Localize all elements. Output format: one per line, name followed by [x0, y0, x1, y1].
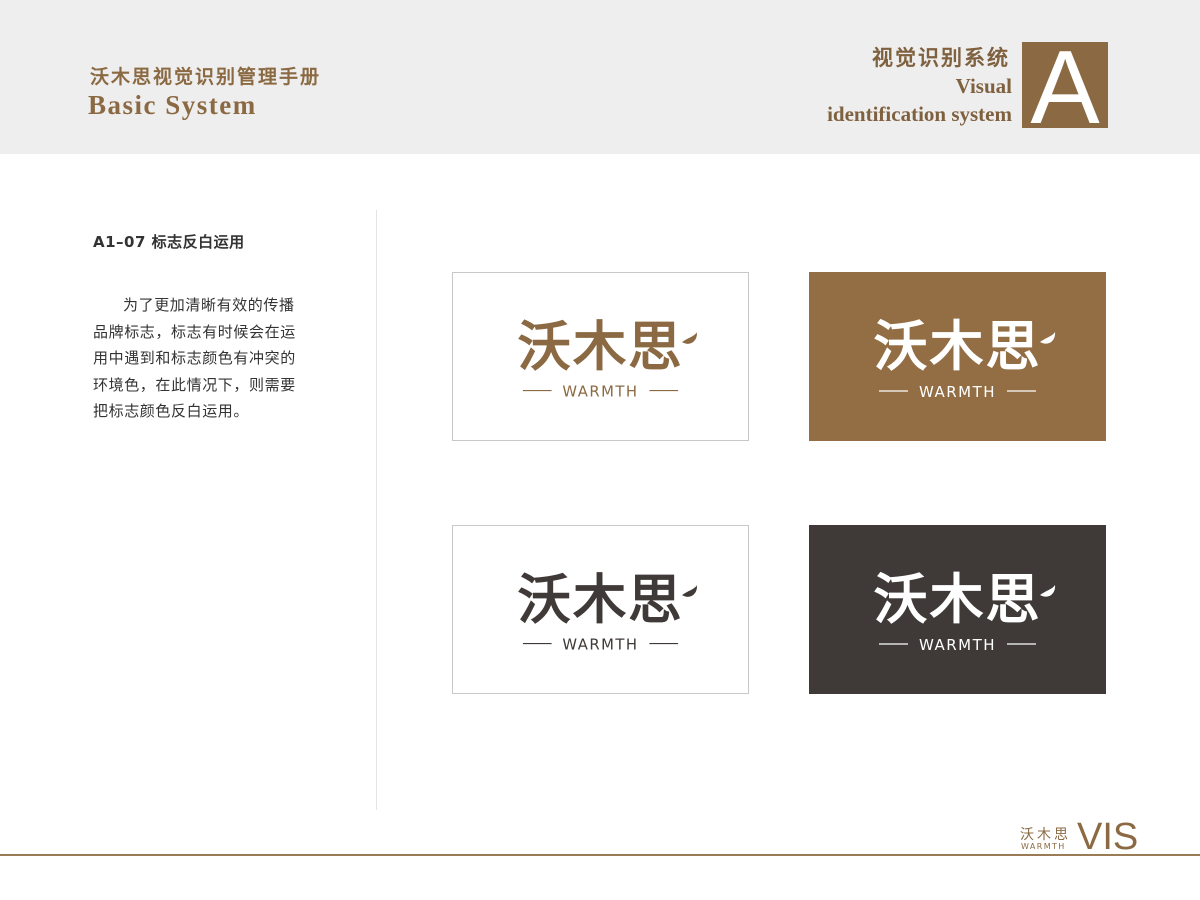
system-title-en-line2: identification system [827, 102, 1012, 126]
logo-mark: 沃木思 WARMTH [874, 568, 1056, 654]
column-divider [376, 210, 377, 810]
system-title-en-line1: Visual [955, 74, 1012, 98]
logo-card-white-on-gold: 沃木思 WARMTH [809, 272, 1106, 441]
leaf-icon [682, 585, 697, 597]
manual-title-en: Basic System [88, 90, 257, 120]
logo-english-name: WARMTH [562, 637, 638, 654]
leaf-icon [1040, 585, 1056, 597]
section-heading: A1–07 标志反白运用 [93, 233, 245, 251]
logo-chinese-name: 沃木思 [517, 315, 683, 378]
leaf-icon [1040, 332, 1056, 344]
logo-mark: 沃木思 WARMTH [874, 315, 1056, 401]
footer-vis-label: VIS [1077, 816, 1139, 858]
logo-english-name: WARMTH [919, 636, 996, 654]
section-letter-block: A [1022, 42, 1108, 128]
manual-title-cn: 沃木思视觉识别管理手册 [90, 66, 322, 88]
section-letter: A [1030, 42, 1100, 128]
footer-rule [0, 854, 1200, 856]
footer-brand-en: WARMTH [1021, 842, 1066, 851]
logo-english-name: WARMTH [919, 383, 996, 401]
logo-chinese-name: 沃木思 [874, 315, 1042, 378]
logo-card-white-on-dark: 沃木思 WARMTH [809, 525, 1106, 694]
logo-chinese-name: 沃木思 [874, 568, 1042, 631]
logo-mark: 沃木思 WARMTH [517, 568, 697, 654]
system-title-cn: 视觉识别系统 [872, 45, 1010, 70]
logo-english-name: WARMTH [562, 384, 638, 401]
section-description: 为了更加清晰有效的传播品牌标志，标志有时候会在运用中遇到和标志颜色有冲突的环境色… [93, 296, 296, 420]
logo-card-gold-on-white: 沃木思 WARMTH [452, 272, 749, 441]
logo-chinese-name: 沃木思 [517, 568, 683, 631]
header-band: 沃木思视觉识别管理手册 Basic System 视觉识别系统 Visual i… [0, 0, 1200, 154]
leaf-icon [682, 332, 697, 344]
logo-card-dark-on-white: 沃木思 WARMTH [452, 525, 749, 694]
footer-brand-cn: 沃木思 [1020, 827, 1071, 843]
logo-mark: 沃木思 WARMTH [517, 315, 697, 401]
